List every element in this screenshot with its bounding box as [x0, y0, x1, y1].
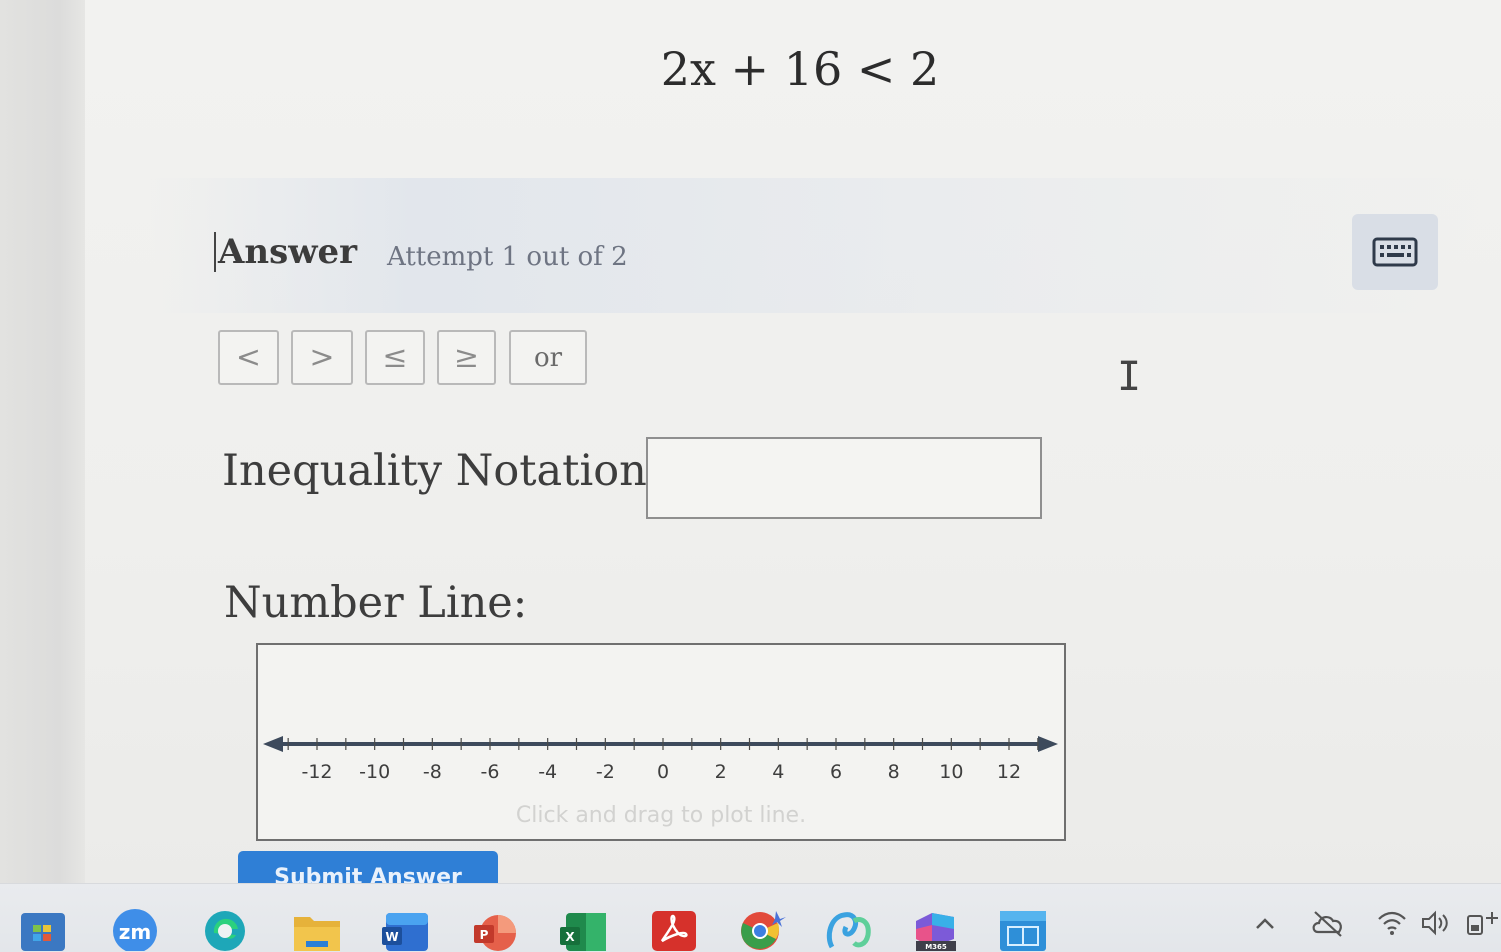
number-line-tick-label: 12 [997, 761, 1021, 783]
store-icon[interactable] [998, 907, 1048, 951]
excel-icon[interactable]: X [558, 907, 608, 951]
number-line-tick-label: -12 [301, 761, 332, 783]
svg-text:zm: zm [119, 920, 151, 944]
inequality-notation-input[interactable] [646, 437, 1042, 519]
text-cursor-icon: I [1117, 354, 1142, 400]
attempt-counter: Attempt 1 out of 2 [387, 242, 628, 272]
svg-text:M365: M365 [925, 943, 947, 951]
number-line-label: Number Line: [224, 578, 528, 628]
svg-text:W: W [385, 930, 398, 944]
answer-title: Answer [214, 232, 357, 272]
zoom-icon[interactable]: zm [110, 907, 160, 951]
left-sidebar-strip [0, 0, 85, 885]
inequality-notation-label: Inequality Notation: [222, 446, 662, 496]
cloud-off-icon[interactable] [1310, 908, 1346, 938]
number-line-tick-label: 0 [657, 761, 669, 783]
copilot-icon[interactable] [824, 907, 874, 951]
number-line-tick-label: -10 [359, 761, 390, 783]
chevron-up-icon[interactable] [1252, 908, 1278, 938]
number-line-tick-label: 6 [830, 761, 842, 783]
number-line-canvas[interactable]: -12 -10 -8 -6 -4 -2 0 2 4 6 8 10 12 Click and drag t… [256, 643, 1066, 841]
number-line-tick-label: 4 [772, 761, 784, 783]
volume-icon[interactable] [1420, 908, 1450, 938]
or-button[interactable]: or [509, 330, 587, 385]
wifi-icon[interactable] [1376, 908, 1408, 938]
number-line-hint: Click and drag to plot line. [515, 803, 807, 828]
word-icon[interactable]: W [380, 907, 430, 951]
keyboard-toggle-button[interactable] [1352, 214, 1438, 290]
number-line-tick-label: 2 [715, 761, 727, 783]
acrobat-icon[interactable] [648, 907, 698, 951]
svg-text:X: X [565, 930, 575, 944]
number-line-tick-label: 10 [939, 761, 963, 783]
number-line-tick-label: 8 [888, 761, 900, 783]
microsoft-365-icon[interactable]: M365 [910, 907, 960, 951]
number-line-tick-label: -4 [538, 761, 557, 783]
number-line-tick-label: -2 [596, 761, 615, 783]
keyboard-icon [1372, 237, 1418, 267]
left-arrow-icon [263, 736, 283, 752]
chrome-icon[interactable] [736, 907, 786, 951]
edge-icon[interactable] [200, 907, 250, 951]
right-arrow-icon [1038, 736, 1058, 752]
windows-app-icon[interactable] [18, 907, 68, 951]
number-line-tick-label: -6 [481, 761, 500, 783]
number-line-tick-label: -8 [423, 761, 442, 783]
file-explorer-icon[interactable] [292, 907, 342, 951]
battery-icon[interactable] [1466, 908, 1500, 938]
powerpoint-icon[interactable]: P [470, 907, 520, 951]
svg-text:P: P [480, 928, 489, 942]
less-or-equal-button[interactable]: ≤ [365, 330, 425, 385]
less-than-button[interactable]: < [218, 330, 279, 385]
problem-equation: 2x + 16 < 2 [660, 42, 940, 96]
greater-or-equal-button[interactable]: ≥ [437, 330, 496, 385]
greater-than-button[interactable]: > [291, 330, 353, 385]
